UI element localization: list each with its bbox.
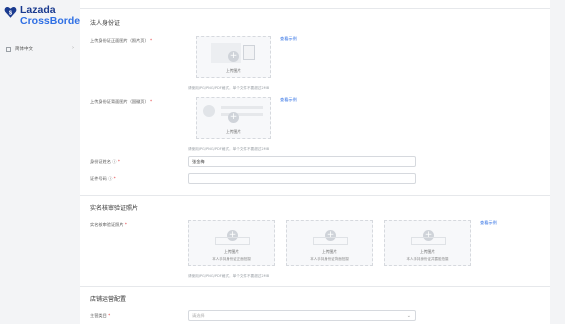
- section-title-verification: 实名核审验证照片: [90, 205, 139, 212]
- category-label: 主营类目 *: [90, 313, 111, 318]
- upload-subtext: 本人手持身份证并露脸拍摄: [406, 257, 449, 261]
- id-back-upload[interactable]: + 上传图片: [196, 97, 271, 139]
- upload-text: 上传图片: [321, 249, 338, 254]
- top-divider: [80, 8, 550, 9]
- verification-upload-3[interactable]: + 上传图片 本人手持身份证并露脸拍摄: [384, 220, 471, 266]
- verification-upload-1[interactable]: + 上传图片 本人手持身份证正面拍摄: [188, 220, 275, 266]
- id-number-label: 证件号码 ⓘ *: [90, 176, 116, 181]
- verification-photo-label: 实名核审验证照片 *: [90, 222, 127, 227]
- section-divider: [80, 286, 550, 287]
- upload-text: 上传图片: [225, 129, 242, 134]
- upload-text: 上传图片: [225, 68, 242, 73]
- section-divider: [80, 195, 550, 196]
- add-photo-icon: +: [228, 51, 239, 62]
- id-number-input[interactable]: [188, 173, 416, 184]
- category-select[interactable]: 请选择 ⌄: [188, 310, 416, 321]
- id-back-label: 上传身份证背面图片（国徽页） *: [90, 99, 153, 104]
- id-name-label: 身份证姓名 ⓘ *: [90, 159, 120, 164]
- upload-subtext: 本人手持身份证正面拍摄: [212, 257, 251, 261]
- right-gutter: [550, 0, 565, 324]
- id-back-example-link[interactable]: 查看示例: [280, 97, 297, 103]
- verification-hint: 请使用JPG/PNG/PDF格式，单个文件不要超过2MB: [188, 274, 270, 278]
- add-photo-icon: +: [228, 112, 239, 123]
- id-name-input[interactable]: 张金梅: [188, 156, 416, 167]
- chevron-down-icon: ⌄: [406, 313, 411, 319]
- language-icon: [6, 46, 11, 52]
- section-title-legal-id: 法人身份证: [90, 20, 121, 27]
- sidebar: $ Lazada CrossBorder 简体中文 ›: [0, 0, 84, 324]
- upload-text: 上传图片: [223, 249, 240, 254]
- id-back-hint: 请使用JPG/PNG/PDF格式，单个文件不要超过2MB: [188, 147, 270, 151]
- id-front-example-link[interactable]: 查看示例: [280, 36, 297, 42]
- id-front-upload[interactable]: + 上传图片: [196, 36, 271, 78]
- lazada-heart-icon: $: [4, 7, 17, 18]
- id-front-hint: 请使用JPG/PNG/PDF格式，单个文件不要超过2MB: [188, 86, 270, 90]
- category-placeholder: 请选择: [192, 313, 205, 318]
- upload-text: 上传图片: [419, 249, 436, 254]
- chevron-right-icon: ›: [72, 45, 74, 51]
- verification-example-link[interactable]: 查看示例: [480, 220, 497, 226]
- logo-sub-text: CrossBorder: [20, 15, 85, 27]
- main-form: 法人身份证 上传身份证正面图片（照片页） * + 上传图片 查看示例 请使用JP…: [80, 0, 550, 324]
- verification-upload-2[interactable]: + 上传图片 本人手持身份证背面拍摄: [286, 220, 373, 266]
- lazada-logo[interactable]: $ Lazada CrossBorder: [4, 4, 84, 30]
- upload-subtext: 本人手持身份证背面拍摄: [310, 257, 349, 261]
- language-selector[interactable]: 简体中文 ›: [6, 44, 76, 54]
- section-title-store-config: 店铺运营配置: [90, 296, 127, 303]
- id-front-label: 上传身份证正面图片（照片页） *: [90, 38, 153, 43]
- language-label: 简体中文: [15, 47, 33, 52]
